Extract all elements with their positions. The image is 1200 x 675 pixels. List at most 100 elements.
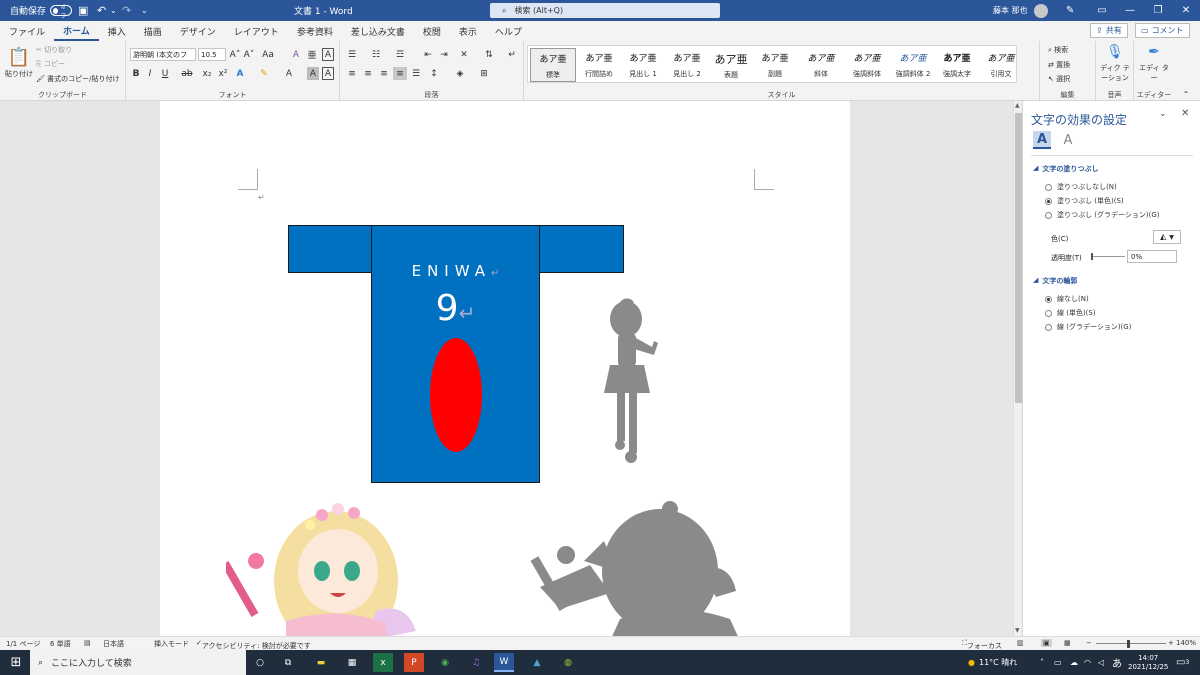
proofing-icon[interactable]: ▤	[84, 639, 91, 647]
text-effects-icon-tab[interactable]: A	[1059, 131, 1077, 149]
vertical-scrollbar[interactable]: ▲ ▼	[1013, 101, 1022, 636]
fill-section-header[interactable]: ◢ 文字の塗りつぶし	[1033, 164, 1098, 174]
chrome-icon[interactable]: ◉	[435, 653, 455, 672]
outline-section-header[interactable]: ◢ 文字の輪郭	[1033, 276, 1077, 286]
hidden-icons-icon[interactable]: ˄	[1040, 650, 1044, 675]
autosave-toggle[interactable]: オフ	[50, 4, 73, 20]
powerpoint-icon[interactable]: P	[404, 653, 424, 672]
style-heading2[interactable]: あア亜 見出し 2	[664, 48, 710, 82]
undo-icon[interactable]: ↶	[97, 0, 106, 21]
file-explorer-icon[interactable]: ▬	[311, 653, 331, 672]
close-icon[interactable]: ✕	[1172, 0, 1200, 21]
tab-layout[interactable]: レイアウト	[225, 21, 288, 41]
color-picker-button[interactable]: ◭ ▼	[1153, 230, 1181, 244]
editor-icon[interactable]: ✒	[1145, 43, 1163, 61]
find-button[interactable]: ⌕ 検索	[1048, 45, 1068, 55]
title-search-box[interactable]: ⌕ 検索 (Alt+Q)	[490, 3, 720, 18]
pane-close-icon[interactable]: ✕	[1181, 108, 1189, 119]
scrollbar-thumb[interactable]	[1015, 113, 1022, 403]
select-button[interactable]: ↖ 選択	[1048, 74, 1070, 84]
tab-mailings[interactable]: 差し込み文書	[342, 21, 414, 41]
minimize-icon[interactable]: —	[1116, 0, 1144, 21]
distributed-icon[interactable]: ☰	[409, 67, 423, 80]
store-icon[interactable]: ▦	[342, 653, 362, 672]
wifi-icon[interactable]: ◠	[1084, 650, 1091, 675]
fill-option-gradient[interactable]: 塗りつぶし (グラデーション)(G)	[1045, 210, 1160, 220]
volume-icon[interactable]: ◁	[1098, 650, 1104, 675]
character-silhouette[interactable]	[520, 501, 750, 636]
superscript-icon[interactable]: x²	[217, 67, 229, 80]
change-case-icon[interactable]: Aa	[259, 48, 277, 61]
style-title[interactable]: あア亜 表題	[708, 48, 754, 82]
pane-options-icon[interactable]: ⌄	[1159, 109, 1167, 119]
justify-icon[interactable]: ≡	[393, 67, 407, 80]
taskbar-search[interactable]: ⌕ ここに入力して検索	[30, 650, 246, 675]
tab-home[interactable]: ホーム	[54, 21, 99, 41]
scroll-down-icon[interactable]: ▼	[1015, 627, 1020, 634]
copy-button[interactable]: ⎘ コピー	[36, 59, 65, 69]
excel-icon[interactable]: x	[373, 653, 393, 672]
style-normal[interactable]: あア亜 標準	[530, 48, 576, 82]
style-intense-emphasis2[interactable]: あア亜 強調斜体 2	[890, 48, 936, 82]
focus-button[interactable]: ⛶ フォーカス	[962, 639, 1002, 650]
word-count[interactable]: 6 単語	[50, 639, 71, 649]
outline-option-solid[interactable]: 線 (単色)(S)	[1045, 308, 1096, 318]
align-left-icon[interactable]: ≡	[345, 67, 359, 80]
red-oval[interactable]	[430, 338, 482, 452]
asian-layout-icon[interactable]: ✕	[457, 48, 471, 61]
strikethrough-icon[interactable]: ab	[181, 67, 193, 80]
style-heading1[interactable]: あア亜 見出し 1	[620, 48, 666, 82]
insert-mode[interactable]: 挿入モード	[154, 639, 189, 649]
format-painter-button[interactable]: 🖌 書式のコピー/貼り付け	[36, 74, 119, 84]
clock[interactable]: 14:07 2021/12/25	[1128, 650, 1168, 675]
dictate-button[interactable]: ディク テーション	[1099, 63, 1131, 83]
font-size-select[interactable]: 10.5	[198, 48, 226, 61]
clear-format-icon[interactable]: A	[290, 48, 302, 61]
zoom-in-icon[interactable]: +	[1168, 639, 1174, 647]
align-center-icon[interactable]: ≡	[361, 67, 375, 80]
tab-view[interactable]: 表示	[450, 21, 486, 41]
bold-icon[interactable]: B	[131, 67, 141, 80]
enclose-char-icon[interactable]: A	[322, 48, 334, 61]
customize-toolbar-icon[interactable]: ⌄	[141, 0, 148, 21]
app-icon[interactable]: ◍	[558, 653, 578, 672]
photos-icon[interactable]: ▲	[527, 653, 547, 672]
weather-widget[interactable]: ● 11°C 晴れ	[968, 650, 1017, 675]
ribbon-display-icon[interactable]: ▭	[1088, 0, 1116, 21]
document-page[interactable]: ↵ ENIWA↵ 9↵	[160, 101, 850, 636]
show-marks-icon[interactable]: ↵	[505, 48, 519, 61]
paste-icon[interactable]: 📋	[6, 45, 32, 69]
notification-center-icon[interactable]: ▭ 3	[1176, 650, 1189, 675]
onedrive-icon[interactable]: ☁	[1070, 650, 1078, 675]
paste-button[interactable]: 貼り付け	[5, 69, 33, 79]
style-quote[interactable]: あア亜 引用文	[978, 48, 1024, 82]
line-spacing-icon[interactable]: ↕	[427, 67, 441, 80]
text-effects-icon[interactable]: A	[234, 67, 246, 80]
zoom-slider-handle[interactable]	[1127, 640, 1130, 648]
share-button[interactable]: ⇪ 共有	[1090, 23, 1128, 38]
bullets-icon[interactable]: ☰	[345, 48, 359, 61]
cut-button[interactable]: ✂ 切り取り	[36, 45, 72, 55]
shrink-font-icon[interactable]: A˅	[243, 48, 255, 61]
undo-dropdown-icon[interactable]: ⌄	[110, 0, 117, 21]
task-view-icon[interactable]: ⧉	[278, 653, 298, 672]
girl-silhouette-standing[interactable]	[596, 297, 666, 467]
tab-review[interactable]: 校閲	[414, 21, 450, 41]
highlight-icon[interactable]: ✎	[258, 67, 270, 80]
ime-indicator[interactable]: あ	[1112, 650, 1122, 675]
underline-icon[interactable]: U	[159, 67, 171, 80]
tab-help[interactable]: ヘルプ	[486, 21, 531, 41]
style-emphasis[interactable]: あア亜 斜体	[798, 48, 844, 82]
subscript-icon[interactable]: x₂	[201, 67, 213, 80]
grow-font-icon[interactable]: A˄	[229, 48, 241, 61]
tab-insert[interactable]: 挿入	[99, 21, 135, 41]
cortana-icon[interactable]: ○	[250, 653, 270, 672]
read-mode-icon[interactable]: ▥	[1017, 639, 1024, 647]
restore-icon[interactable]: ❐	[1144, 0, 1172, 21]
outline-option-none[interactable]: 線なし(N)	[1045, 294, 1089, 304]
transparency-slider[interactable]	[1091, 256, 1125, 257]
word-icon[interactable]: W	[494, 653, 514, 672]
fill-option-none[interactable]: 塗りつぶしなし(N)	[1045, 182, 1117, 192]
replace-button[interactable]: ⇄ 置換	[1048, 60, 1070, 70]
font-color-icon[interactable]: A	[283, 67, 295, 80]
